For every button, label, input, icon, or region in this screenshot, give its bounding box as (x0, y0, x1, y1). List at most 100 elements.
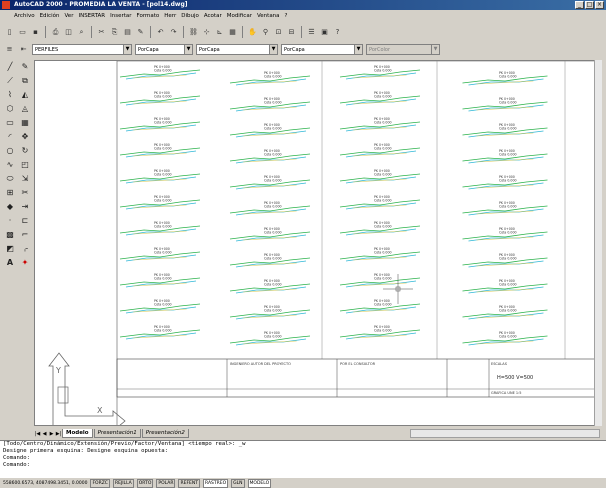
break-icon[interactable]: ⊏ (18, 214, 32, 227)
save-icon[interactable]: ▪ (30, 27, 41, 38)
menu-acotar[interactable]: Acotar (204, 10, 222, 23)
tracking-icon[interactable]: ⊹ (201, 27, 212, 38)
toggle-refent[interactable]: REFENT (178, 479, 201, 488)
command-window[interactable]: [Todo/Centro/Dinámico/Extensión/Previo/F… (0, 440, 606, 478)
circle-icon[interactable]: ○ (3, 144, 17, 157)
layer-combo[interactable]: PERFILES ▼ (32, 43, 132, 55)
find-icon[interactable]: ⌕ (76, 27, 87, 38)
design-center-icon[interactable]: ▣ (319, 27, 330, 38)
mtext-icon[interactable]: A (3, 256, 17, 269)
make-block-icon[interactable]: ◆ (3, 200, 17, 213)
chevron-down-icon[interactable]: ▼ (269, 44, 277, 54)
menu-help[interactable]: ? (285, 10, 288, 23)
copy-icon[interactable]: ⎘ (109, 27, 120, 38)
polyline-icon[interactable]: ⌇ (3, 88, 17, 101)
make-current-layer-icon[interactable]: ⇤ (18, 44, 29, 55)
hatch-icon[interactable]: ▩ (3, 228, 17, 241)
autocad-icon[interactable] (2, 1, 10, 9)
close-icon[interactable]: × (595, 1, 604, 9)
toggle-forzc[interactable]: FORZC (90, 479, 110, 488)
extend-icon[interactable]: ⇥ (18, 200, 32, 213)
array-icon[interactable]: ▦ (18, 116, 32, 129)
insert-block-icon[interactable]: ⊞ (3, 186, 17, 199)
toggle-polar[interactable]: POLAR (156, 479, 176, 488)
chevron-down-icon[interactable]: ▼ (123, 44, 131, 54)
zoom-previous-icon[interactable]: ⊟ (286, 27, 297, 38)
horizontal-scrollbar[interactable] (410, 429, 600, 438)
scale-icon[interactable]: ◰ (18, 158, 32, 171)
menu-archivo[interactable]: Archivo (14, 10, 35, 23)
help-icon[interactable]: ? (332, 27, 343, 38)
menu-dibujo[interactable]: Dibujo (181, 10, 199, 23)
tab-presentacion2[interactable]: Presentación2 (141, 429, 189, 438)
construction-line-icon[interactable]: ⟋ (3, 74, 17, 87)
layers-icon[interactable]: ≡ (4, 44, 15, 55)
explode-icon[interactable]: ✦ (18, 256, 32, 269)
polygon-icon[interactable]: ⬡ (3, 102, 17, 115)
menu-modificar[interactable]: Modificar (227, 10, 252, 23)
last-tab-icon[interactable]: ▶| (55, 430, 62, 438)
properties-icon[interactable]: ☰ (306, 27, 317, 38)
hyperlink-icon[interactable]: ⛓ (188, 27, 199, 38)
layout-icon[interactable]: ▦ (227, 27, 238, 38)
offset-icon[interactable]: ◬ (18, 102, 32, 115)
undo-icon[interactable]: ↶ (155, 27, 166, 38)
linetype-combo[interactable]: PorCapa ▼ (196, 43, 278, 55)
command-prompt[interactable]: Comando: (3, 462, 606, 469)
first-tab-icon[interactable]: |◀ (34, 430, 41, 438)
move-icon[interactable]: ✥ (18, 130, 32, 143)
stretch-icon[interactable]: ⇲ (18, 172, 32, 185)
drawing-canvas[interactable]: PK 0+000 Cota 0.000 PK 0+000 Cota 0.000 PK 0… (34, 60, 601, 426)
menu-herr[interactable]: Herr (164, 10, 176, 23)
preview-icon[interactable]: ◫ (63, 27, 74, 38)
print-icon[interactable]: ⎙ (50, 27, 61, 38)
match-properties-icon[interactable]: ✎ (135, 27, 146, 38)
lineweight-combo[interactable]: PorCapa ▼ (281, 43, 363, 55)
minimize-icon[interactable]: _ (575, 1, 584, 9)
point-icon[interactable]: · (3, 214, 17, 227)
toggle-gln[interactable]: GLN (231, 479, 245, 488)
erase-icon[interactable]: ✎ (18, 60, 32, 73)
toggle-modelo[interactable]: MODELO (247, 479, 272, 488)
menu-formato[interactable]: Formato (137, 10, 160, 23)
trim-icon[interactable]: ✂ (18, 186, 32, 199)
toggle-orto[interactable]: ORTO (136, 479, 154, 488)
ellipse-icon[interactable]: ⬭ (3, 172, 17, 185)
menu-ventana[interactable]: Ventana (257, 10, 280, 23)
open-icon[interactable]: ▭ (17, 27, 28, 38)
line-icon[interactable]: ╱ (3, 60, 17, 73)
copy-object-icon[interactable]: ⧉ (18, 74, 32, 87)
menu-insertar[interactable]: Insertar (110, 10, 131, 23)
next-tab-icon[interactable]: ▶ (48, 430, 55, 438)
chevron-down-icon[interactable]: ▼ (184, 44, 192, 54)
menu-ver[interactable]: Ver (64, 10, 73, 23)
drawing-svg[interactable]: PK 0+000Cota 0.000 PK 0+000Cota 0.000 PK 0… (35, 61, 601, 426)
chamfer-icon[interactable]: ⌐ (18, 228, 32, 241)
maximize-icon[interactable]: □ (585, 1, 594, 9)
toggle-rastreo[interactable]: RASTREO (203, 479, 229, 488)
menu-edicion[interactable]: Edición (40, 10, 60, 23)
region-icon[interactable]: ◩ (3, 242, 17, 255)
menu-insertar-custom[interactable]: INSERTAR (78, 10, 105, 23)
tab-presentacion1[interactable]: Presentación1 (93, 429, 141, 438)
tab-modelo[interactable]: Modelo (62, 429, 93, 438)
rectangle-icon[interactable]: ▭ (3, 116, 17, 129)
paste-icon[interactable]: ▤ (122, 27, 133, 38)
arc-icon[interactable]: ◜ (3, 130, 17, 143)
color-combo[interactable]: PorCapa ▼ (135, 43, 193, 55)
chevron-down-icon[interactable]: ▼ (354, 44, 362, 54)
rotate-icon[interactable]: ↻ (18, 144, 32, 157)
zoom-window-icon[interactable]: ⊡ (273, 27, 284, 38)
prev-tab-icon[interactable]: ◀ (41, 430, 48, 438)
redo-icon[interactable]: ↷ (168, 27, 179, 38)
pan-icon[interactable]: ✋ (247, 27, 258, 38)
vertical-scrollbar[interactable] (594, 60, 602, 426)
toggle-rejilla[interactable]: REJILLA (112, 479, 134, 488)
mirror-icon[interactable]: ◭ (18, 88, 32, 101)
zoom-realtime-icon[interactable]: ⚲ (260, 27, 271, 38)
new-icon[interactable]: ▯ (4, 27, 15, 38)
fillet-icon[interactable]: ⌌ (18, 242, 32, 255)
ucs-icon[interactable]: ⊾ (214, 27, 225, 38)
cut-icon[interactable]: ✂ (96, 27, 107, 38)
spline-icon[interactable]: ∿ (3, 158, 17, 171)
